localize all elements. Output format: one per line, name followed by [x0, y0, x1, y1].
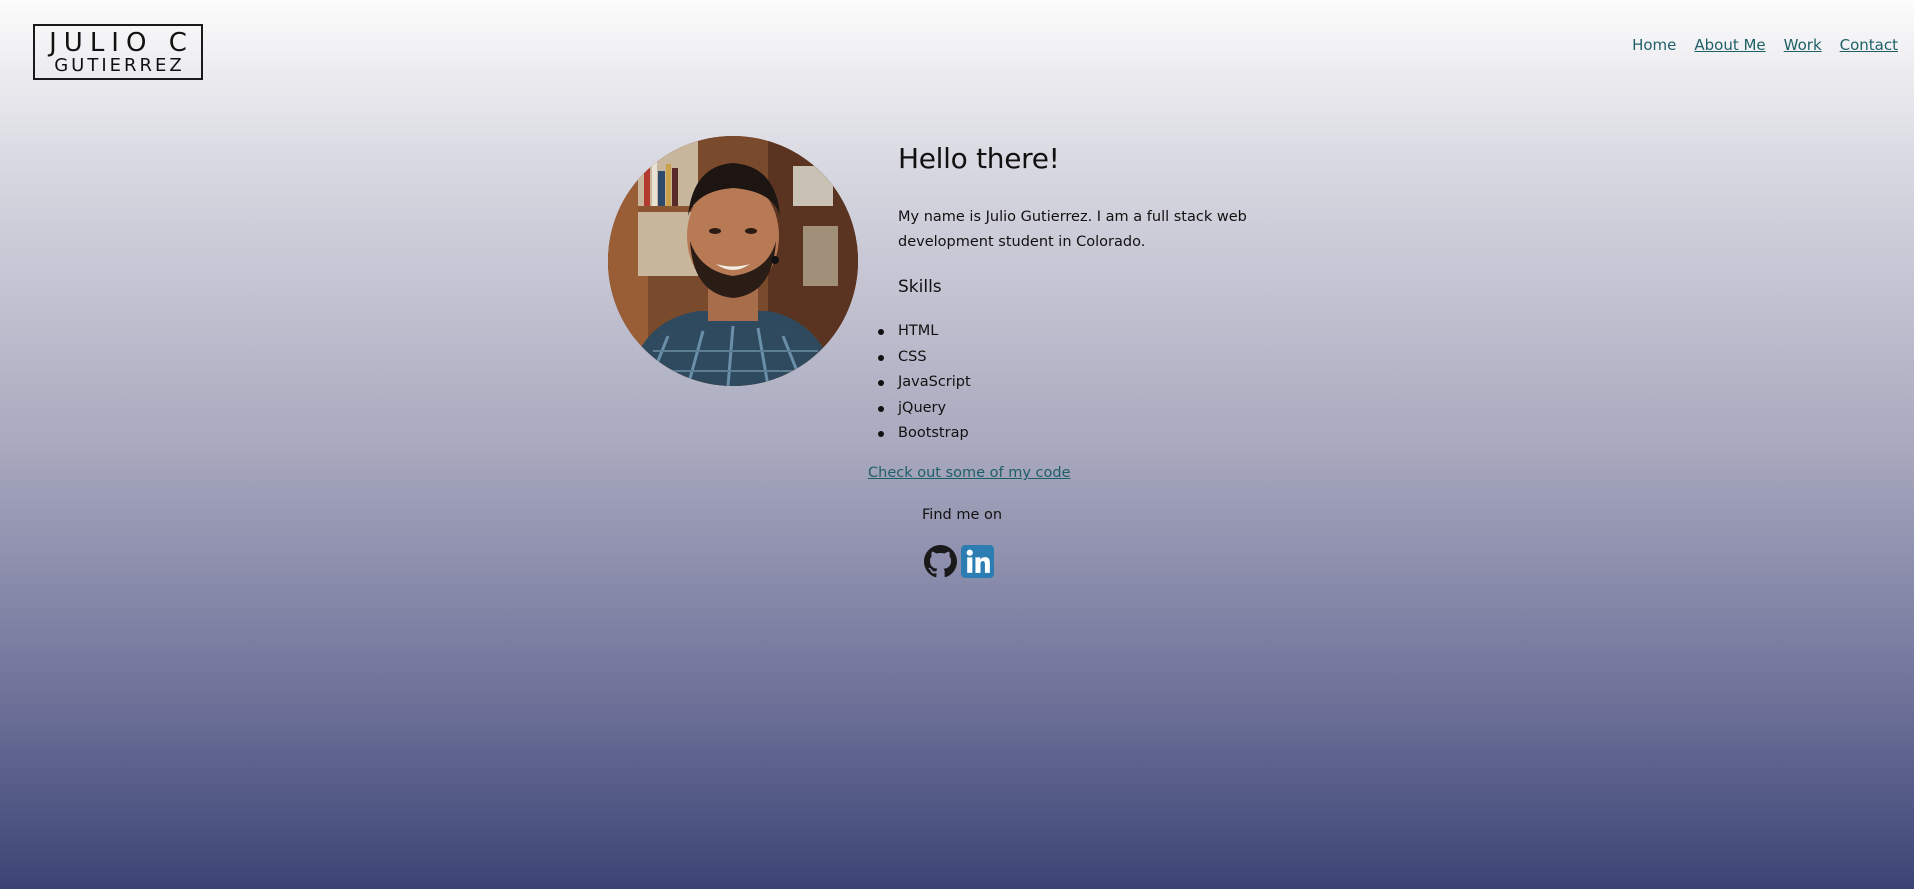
github-icon — [924, 545, 957, 578]
linkedin-icon — [961, 545, 994, 578]
page-heading: Hello there! — [898, 142, 1060, 175]
github-link[interactable] — [924, 545, 957, 578]
nav-work-link[interactable]: Work — [1784, 36, 1822, 54]
skill-item: CSS — [878, 345, 1318, 371]
site-logo[interactable]: JULIO C GUTIERREZ — [33, 24, 203, 80]
skills-list: HTML CSS JavaScript jQuery Bootstrap — [878, 319, 1318, 447]
skill-item: JavaScript — [878, 370, 1318, 396]
skills-heading: Skills — [898, 277, 942, 297]
code-link[interactable]: Check out some of my code — [868, 465, 1071, 481]
linkedin-link[interactable] — [961, 545, 994, 578]
bio-text: My name is Julio Gutierrez. I am a full … — [898, 209, 1247, 250]
skill-item: jQuery — [878, 396, 1318, 422]
find-me-text: Find me on — [922, 507, 1003, 523]
skill-item: HTML — [878, 319, 1318, 345]
skill-item: Bootstrap — [878, 421, 1318, 447]
profile-photo — [608, 136, 858, 386]
about-content: Hello there! My name is Julio Gutierrez.… — [878, 142, 1318, 447]
logo-line-1: JULIO C — [49, 27, 194, 58]
main-nav: Home About Me Work Contact — [1632, 36, 1898, 54]
logo-line-2: GUTIERREZ — [54, 54, 185, 76]
nav-about-link[interactable]: About Me — [1694, 36, 1765, 54]
social-links — [924, 545, 994, 578]
nav-contact-link[interactable]: Contact — [1840, 36, 1898, 54]
nav-home-link[interactable]: Home — [1632, 36, 1676, 54]
